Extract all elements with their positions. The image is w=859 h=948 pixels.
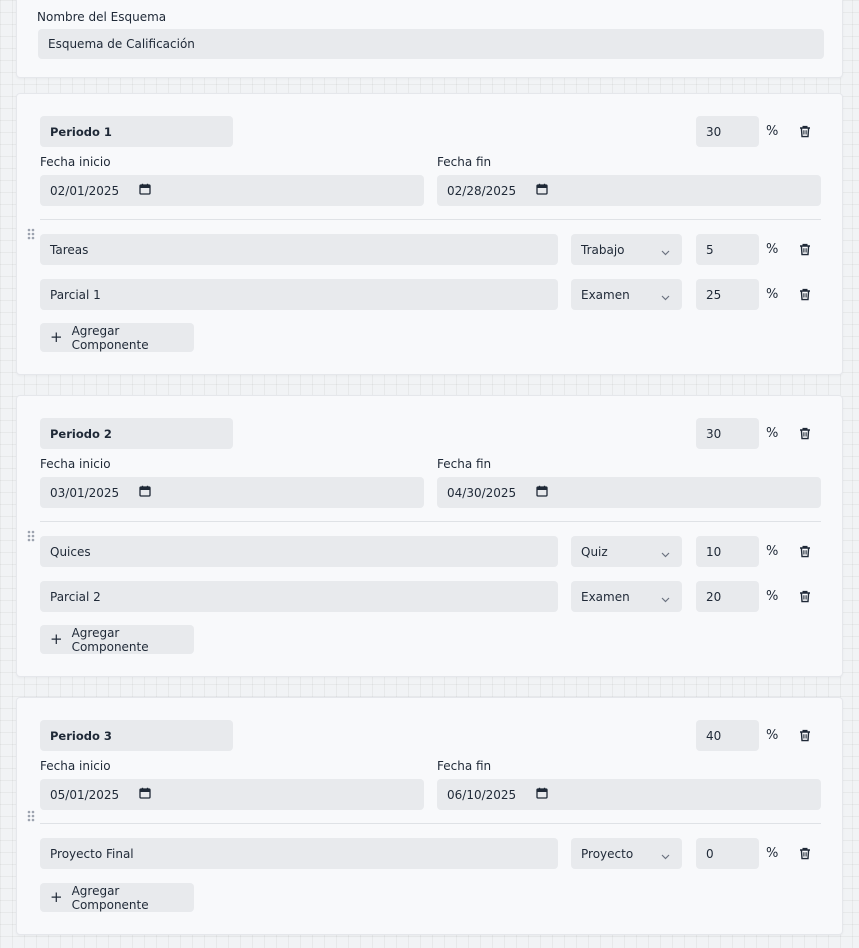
- chevron-down-icon: [661, 290, 670, 304]
- calendar-icon[interactable]: [139, 183, 151, 198]
- chevron-down-icon: [661, 849, 670, 863]
- percent-sign: %: [766, 426, 779, 441]
- end-date-value: 02/28/2025: [447, 183, 517, 198]
- percent-sign: %: [766, 242, 779, 257]
- end-date-label: Fecha fin: [437, 457, 492, 471]
- component-name-input[interactable]: Proyecto Final: [40, 838, 558, 869]
- component-name-input[interactable]: Tareas: [40, 234, 558, 265]
- end-date-input[interactable]: 04/30/2025: [437, 477, 821, 508]
- start-date-label: Fecha inicio: [40, 155, 111, 169]
- end-date-value: 04/30/2025: [447, 485, 517, 500]
- component-name-input[interactable]: Parcial 1: [40, 279, 558, 310]
- chevron-down-icon: [661, 547, 670, 561]
- delete-period-trash-icon[interactable]: [797, 727, 813, 743]
- calendar-icon[interactable]: [139, 787, 151, 802]
- start-date-value: 05/01/2025: [50, 787, 120, 802]
- component-weight-input[interactable]: 0: [696, 838, 759, 869]
- percent-sign: %: [766, 589, 779, 604]
- calendar-icon[interactable]: [536, 183, 548, 198]
- component-weight-input[interactable]: 5: [696, 234, 759, 265]
- period-card-2: Periodo 2 30 % Fecha inicio Fecha fin 03…: [16, 395, 843, 677]
- end-date-input[interactable]: 02/28/2025: [437, 175, 821, 206]
- component-type-value: Quiz: [581, 544, 608, 559]
- percent-sign: %: [766, 544, 779, 559]
- end-date-label: Fecha fin: [437, 759, 492, 773]
- calendar-icon[interactable]: [536, 787, 548, 802]
- percent-sign: %: [766, 287, 779, 302]
- start-date-label: Fecha inicio: [40, 759, 111, 773]
- delete-component-trash-icon[interactable]: [797, 241, 813, 257]
- scheme-name-label: Nombre del Esquema: [37, 10, 167, 24]
- end-date-input[interactable]: 06/10/2025: [437, 779, 821, 810]
- component-name-input[interactable]: Parcial 2: [40, 581, 558, 612]
- plus-icon: +: [50, 630, 63, 648]
- component-name-input[interactable]: Quices: [40, 536, 558, 567]
- component-weight-input[interactable]: 20: [696, 581, 759, 612]
- scheme-name-input[interactable]: Esquema de Calificación: [38, 29, 824, 59]
- component-type-select[interactable]: Examen: [571, 581, 682, 612]
- percent-sign: %: [766, 728, 779, 743]
- component-weight-input[interactable]: 25: [696, 279, 759, 310]
- start-date-input[interactable]: 02/01/2025: [40, 175, 424, 206]
- period-name-input[interactable]: Periodo 3: [40, 720, 233, 751]
- divider: [40, 219, 821, 220]
- start-date-value: 02/01/2025: [50, 183, 120, 198]
- period-weight-input[interactable]: 30: [696, 418, 759, 449]
- delete-component-trash-icon[interactable]: [797, 845, 813, 861]
- add-component-button[interactable]: + Agregar Componente: [40, 883, 194, 912]
- divider: [40, 521, 821, 522]
- percent-sign: %: [766, 124, 779, 139]
- start-date-value: 03/01/2025: [50, 485, 120, 500]
- add-component-button[interactable]: + Agregar Componente: [40, 323, 194, 352]
- component-type-select[interactable]: Trabajo: [571, 234, 682, 265]
- delete-component-trash-icon[interactable]: [797, 286, 813, 302]
- calendar-icon[interactable]: [139, 485, 151, 500]
- chevron-down-icon: [661, 245, 670, 259]
- divider: [40, 823, 821, 824]
- add-component-label: Agregar Componente: [71, 323, 149, 352]
- period-card-1: Periodo 1 30 % Fecha inicio Fecha fin 02…: [16, 93, 843, 375]
- component-weight-input[interactable]: 10: [696, 536, 759, 567]
- delete-component-trash-icon[interactable]: [797, 543, 813, 559]
- add-component-label: Agregar Componente: [71, 883, 149, 912]
- delete-component-trash-icon[interactable]: [797, 588, 813, 604]
- start-date-input[interactable]: 03/01/2025: [40, 477, 424, 508]
- component-type-select[interactable]: Examen: [571, 279, 682, 310]
- component-type-value: Examen: [581, 287, 630, 302]
- period-name-input[interactable]: Periodo 1: [40, 116, 233, 147]
- chevron-down-icon: [661, 592, 670, 606]
- percent-sign: %: [766, 846, 779, 861]
- add-component-button[interactable]: + Agregar Componente: [40, 625, 194, 654]
- period-weight-input[interactable]: 40: [696, 720, 759, 751]
- component-type-value: Proyecto: [581, 846, 634, 861]
- start-date-input[interactable]: 05/01/2025: [40, 779, 424, 810]
- delete-period-trash-icon[interactable]: [797, 123, 813, 139]
- component-type-select[interactable]: Quiz: [571, 536, 682, 567]
- drag-handle-icon[interactable]: [27, 810, 35, 825]
- add-component-label: Agregar Componente: [71, 625, 149, 654]
- calendar-icon[interactable]: [536, 485, 548, 500]
- plus-icon: +: [50, 888, 63, 906]
- component-type-value: Trabajo: [581, 242, 625, 257]
- start-date-label: Fecha inicio: [40, 457, 111, 471]
- end-date-value: 06/10/2025: [447, 787, 517, 802]
- plus-icon: +: [50, 328, 63, 346]
- component-type-value: Examen: [581, 589, 630, 604]
- period-name-input[interactable]: Periodo 2: [40, 418, 233, 449]
- period-card-3: Periodo 3 40 % Fecha inicio Fecha fin 05…: [16, 697, 843, 935]
- delete-period-trash-icon[interactable]: [797, 425, 813, 441]
- period-weight-input[interactable]: 30: [696, 116, 759, 147]
- drag-handle-icon[interactable]: [27, 530, 35, 545]
- end-date-label: Fecha fin: [437, 155, 492, 169]
- drag-handle-icon[interactable]: [27, 228, 35, 243]
- component-type-select[interactable]: Proyecto: [571, 838, 682, 869]
- scheme-name-card: Nombre del Esquema Esquema de Calificaci…: [16, 0, 843, 78]
